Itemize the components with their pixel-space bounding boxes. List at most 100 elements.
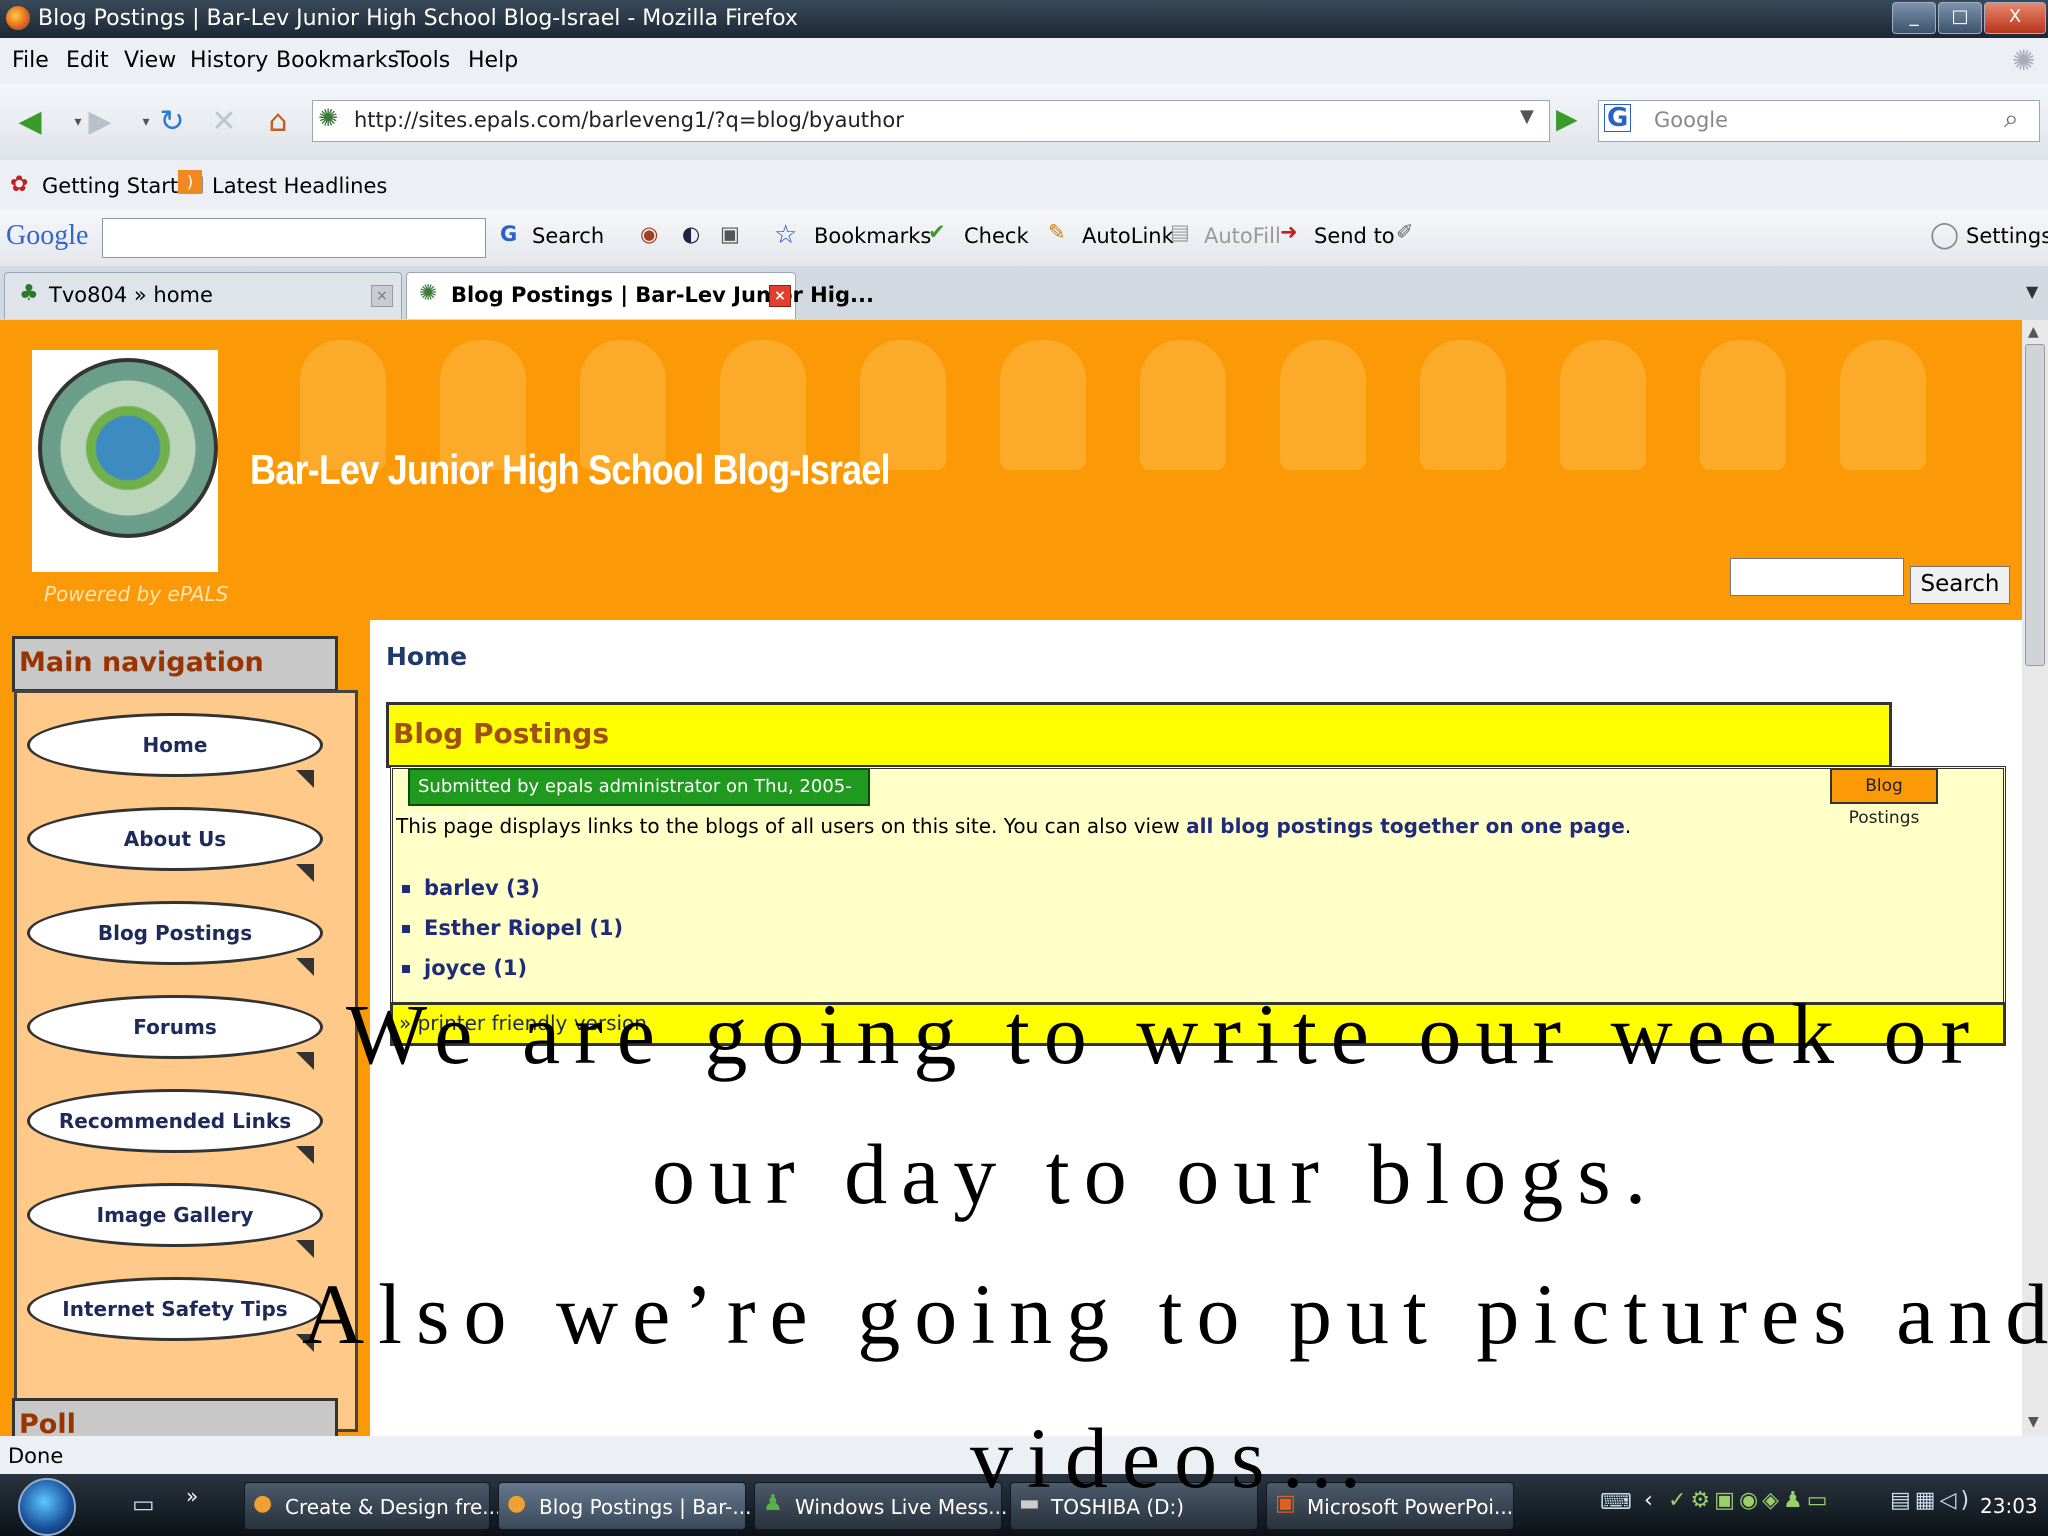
menu-bookmarks[interactable]: Bookmarks bbox=[276, 48, 399, 73]
site-favicon-icon: ✺ bbox=[419, 281, 438, 306]
back-icon[interactable]: ◀ bbox=[8, 100, 52, 144]
site-favicon-icon: ✺ bbox=[318, 104, 339, 132]
bookmarks-toolbar: ✿ Getting Started ) Latest Headlines bbox=[0, 160, 2048, 210]
google-autolink-button[interactable]: AutoLink bbox=[1082, 224, 1174, 248]
url-dropdown-icon[interactable]: ▼ bbox=[1520, 106, 1534, 127]
throbber-icon: ✺ bbox=[2012, 44, 2036, 77]
blog-link-barlev[interactable]: barlev (3) bbox=[402, 876, 540, 900]
go-icon[interactable]: ▶ bbox=[1556, 102, 1578, 135]
volume-network-icons[interactable]: ▤▦◁) bbox=[1890, 1488, 1973, 1513]
google-settings-button[interactable]: Settings bbox=[1966, 224, 2048, 248]
firefox-icon: ● bbox=[253, 1491, 273, 1516]
scroll-down-icon[interactable]: ▼ bbox=[2028, 1414, 2039, 1430]
maximize-button[interactable]: □ bbox=[1938, 2, 1982, 34]
google-logo: Google bbox=[6, 220, 89, 251]
tab-tvo804-home[interactable]: ♣ Tvo804 » home × bbox=[4, 272, 402, 319]
site-title[interactable]: Bar-Lev Junior High School Blog-Israel bbox=[250, 446, 891, 494]
nav-internet-safety-tips[interactable]: Internet Safety Tips bbox=[27, 1277, 323, 1352]
url-text[interactable]: http://sites.epals.com/barleveng1/?q=blo… bbox=[354, 108, 904, 132]
bookmark-latest-headlines[interactable]: Latest Headlines bbox=[212, 174, 387, 198]
taskbar-blog-postings[interactable]: ● Blog Postings | Bar-... bbox=[498, 1482, 751, 1530]
nav-blog-postings[interactable]: Blog Postings bbox=[27, 901, 323, 976]
google-engine-icon[interactable]: G bbox=[1604, 104, 1632, 132]
show-desktop-icon[interactable]: ▭ bbox=[132, 1490, 155, 1518]
scroll-up-icon[interactable]: ▲ bbox=[2028, 324, 2039, 340]
home-icon[interactable]: ⌂ bbox=[256, 100, 300, 144]
google-bookmarks-button[interactable]: Bookmarks bbox=[814, 224, 931, 248]
main-navigation-heading: Main navigation bbox=[12, 636, 338, 692]
menu-history[interactable]: History bbox=[190, 48, 268, 73]
google-send-to-button[interactable]: Send to bbox=[1314, 224, 1395, 248]
nav-forums[interactable]: Forums bbox=[27, 995, 323, 1070]
getting-started-icon: ✿ bbox=[10, 172, 29, 197]
keyboard-icon[interactable]: ⌨ bbox=[1600, 1490, 1632, 1515]
tab-list-icon[interactable]: ▼ bbox=[2026, 282, 2038, 301]
taskbar-create-design[interactable]: ● Create & Design fre... bbox=[244, 1482, 501, 1530]
globe-icon bbox=[38, 358, 218, 538]
slide-text-line2: our day to our blogs. bbox=[652, 1126, 1661, 1222]
nav-recommended-links[interactable]: Recommended Links bbox=[27, 1089, 323, 1164]
forward-icon[interactable]: ▶ bbox=[78, 100, 122, 144]
autofill-icon: ▤ bbox=[1170, 220, 1190, 244]
firefox-icon: ● bbox=[507, 1491, 527, 1516]
google-toolbar-input[interactable] bbox=[102, 218, 486, 258]
menu-edit[interactable]: Edit bbox=[66, 48, 109, 73]
google-check-button[interactable]: Check bbox=[964, 224, 1029, 248]
site-header: Bar-Lev Junior High School Blog-Israel P… bbox=[0, 320, 2022, 620]
menu-bar: File Edit View History Bookmarks Tools H… bbox=[0, 38, 2048, 84]
site-search-button[interactable]: Search bbox=[1910, 566, 2010, 604]
messenger-icon: ♟ bbox=[763, 1491, 783, 1516]
nav-home[interactable]: Home bbox=[27, 713, 323, 788]
tab-label: Tvo804 » home bbox=[49, 283, 213, 307]
settings-icon: ◯ bbox=[1930, 220, 1960, 250]
start-button[interactable] bbox=[18, 1478, 76, 1536]
tab-blog-postings[interactable]: ✺ Blog Postings | Bar-Lev Junior Hig... … bbox=[406, 272, 874, 319]
tab-bar: ♣ Tvo804 » home × ✺ Blog Postings | Bar-… bbox=[0, 266, 2048, 321]
reload-icon[interactable]: ↻ bbox=[150, 100, 194, 144]
send-to-icon: ➜ bbox=[1280, 220, 1298, 244]
window-title-bar: Blog Postings | Bar-Lev Junior High Scho… bbox=[0, 0, 2048, 38]
slide-text-line3: Also we’re going to put pictures and bbox=[302, 1266, 2048, 1362]
menu-file[interactable]: File bbox=[12, 48, 49, 73]
nav-image-gallery[interactable]: Image Gallery bbox=[27, 1183, 323, 1258]
menu-tools[interactable]: Tools bbox=[396, 48, 450, 73]
star-icon[interactable]: ☆ bbox=[774, 220, 797, 250]
site-logo[interactable] bbox=[32, 350, 218, 572]
stop-icon[interactable]: ✕ bbox=[202, 100, 246, 144]
scrollbar-thumb[interactable] bbox=[2025, 344, 2045, 666]
search-magnifier-icon[interactable]: ⌕ bbox=[2004, 104, 2019, 135]
quick-launch-more-icon[interactable]: » bbox=[186, 1484, 198, 1508]
all-postings-link[interactable]: all blog postings together on one page bbox=[1186, 814, 1625, 838]
blog-postings-tag[interactable]: Blog Postings bbox=[1830, 768, 1938, 828]
taskbar-windows-live[interactable]: ♟ Windows Live Mess... bbox=[754, 1482, 1007, 1530]
google-autofill-button[interactable]: AutoFill bbox=[1204, 224, 1281, 248]
menu-help[interactable]: Help bbox=[468, 48, 518, 73]
highlighter-icon[interactable]: ✐ bbox=[1396, 220, 1414, 244]
popup-blocker-icon[interactable]: ◉ bbox=[640, 222, 658, 246]
minimize-button[interactable]: _ bbox=[1892, 2, 1936, 34]
tab-close-icon[interactable]: × bbox=[769, 285, 791, 307]
powered-by[interactable]: Powered by ePALS bbox=[44, 582, 228, 606]
menu-view[interactable]: View bbox=[124, 48, 176, 73]
intro-text: This page displays links to the blogs of… bbox=[396, 814, 1632, 838]
tray-expand-icon[interactable]: ‹ bbox=[1644, 1488, 1653, 1513]
slide-text-line4: videos… bbox=[970, 1410, 1379, 1506]
tab-label: Blog Postings | Bar-Lev Junior Hig... bbox=[451, 283, 874, 307]
slide-text-line1: We are going to write our week or bbox=[346, 986, 1984, 1082]
google-search-button[interactable]: Search bbox=[532, 224, 604, 248]
blog-link-joyce[interactable]: joyce (1) bbox=[402, 956, 527, 980]
status-text: Done bbox=[8, 1444, 64, 1468]
news-icon[interactable]: ▣ bbox=[720, 222, 740, 246]
system-tray-icons[interactable]: ✓⚙▣◉◈♟▭ bbox=[1668, 1488, 1832, 1513]
nav-about-us[interactable]: About Us bbox=[27, 807, 323, 882]
blog-link-esther-riopel[interactable]: Esther Riopel (1) bbox=[402, 916, 623, 940]
rss-icon: ) bbox=[178, 170, 202, 194]
spellcheck-icon: ✔ bbox=[928, 220, 946, 244]
search-placeholder: Google bbox=[1654, 108, 1729, 132]
breadcrumb[interactable]: Home bbox=[386, 642, 467, 671]
tab-close-icon[interactable]: × bbox=[371, 285, 393, 307]
pagerank-icon[interactable]: ◐ bbox=[682, 222, 700, 246]
close-button[interactable]: X bbox=[1984, 2, 2046, 34]
site-search-input[interactable] bbox=[1730, 558, 1904, 596]
clock[interactable]: 23:03 bbox=[1980, 1494, 2038, 1518]
